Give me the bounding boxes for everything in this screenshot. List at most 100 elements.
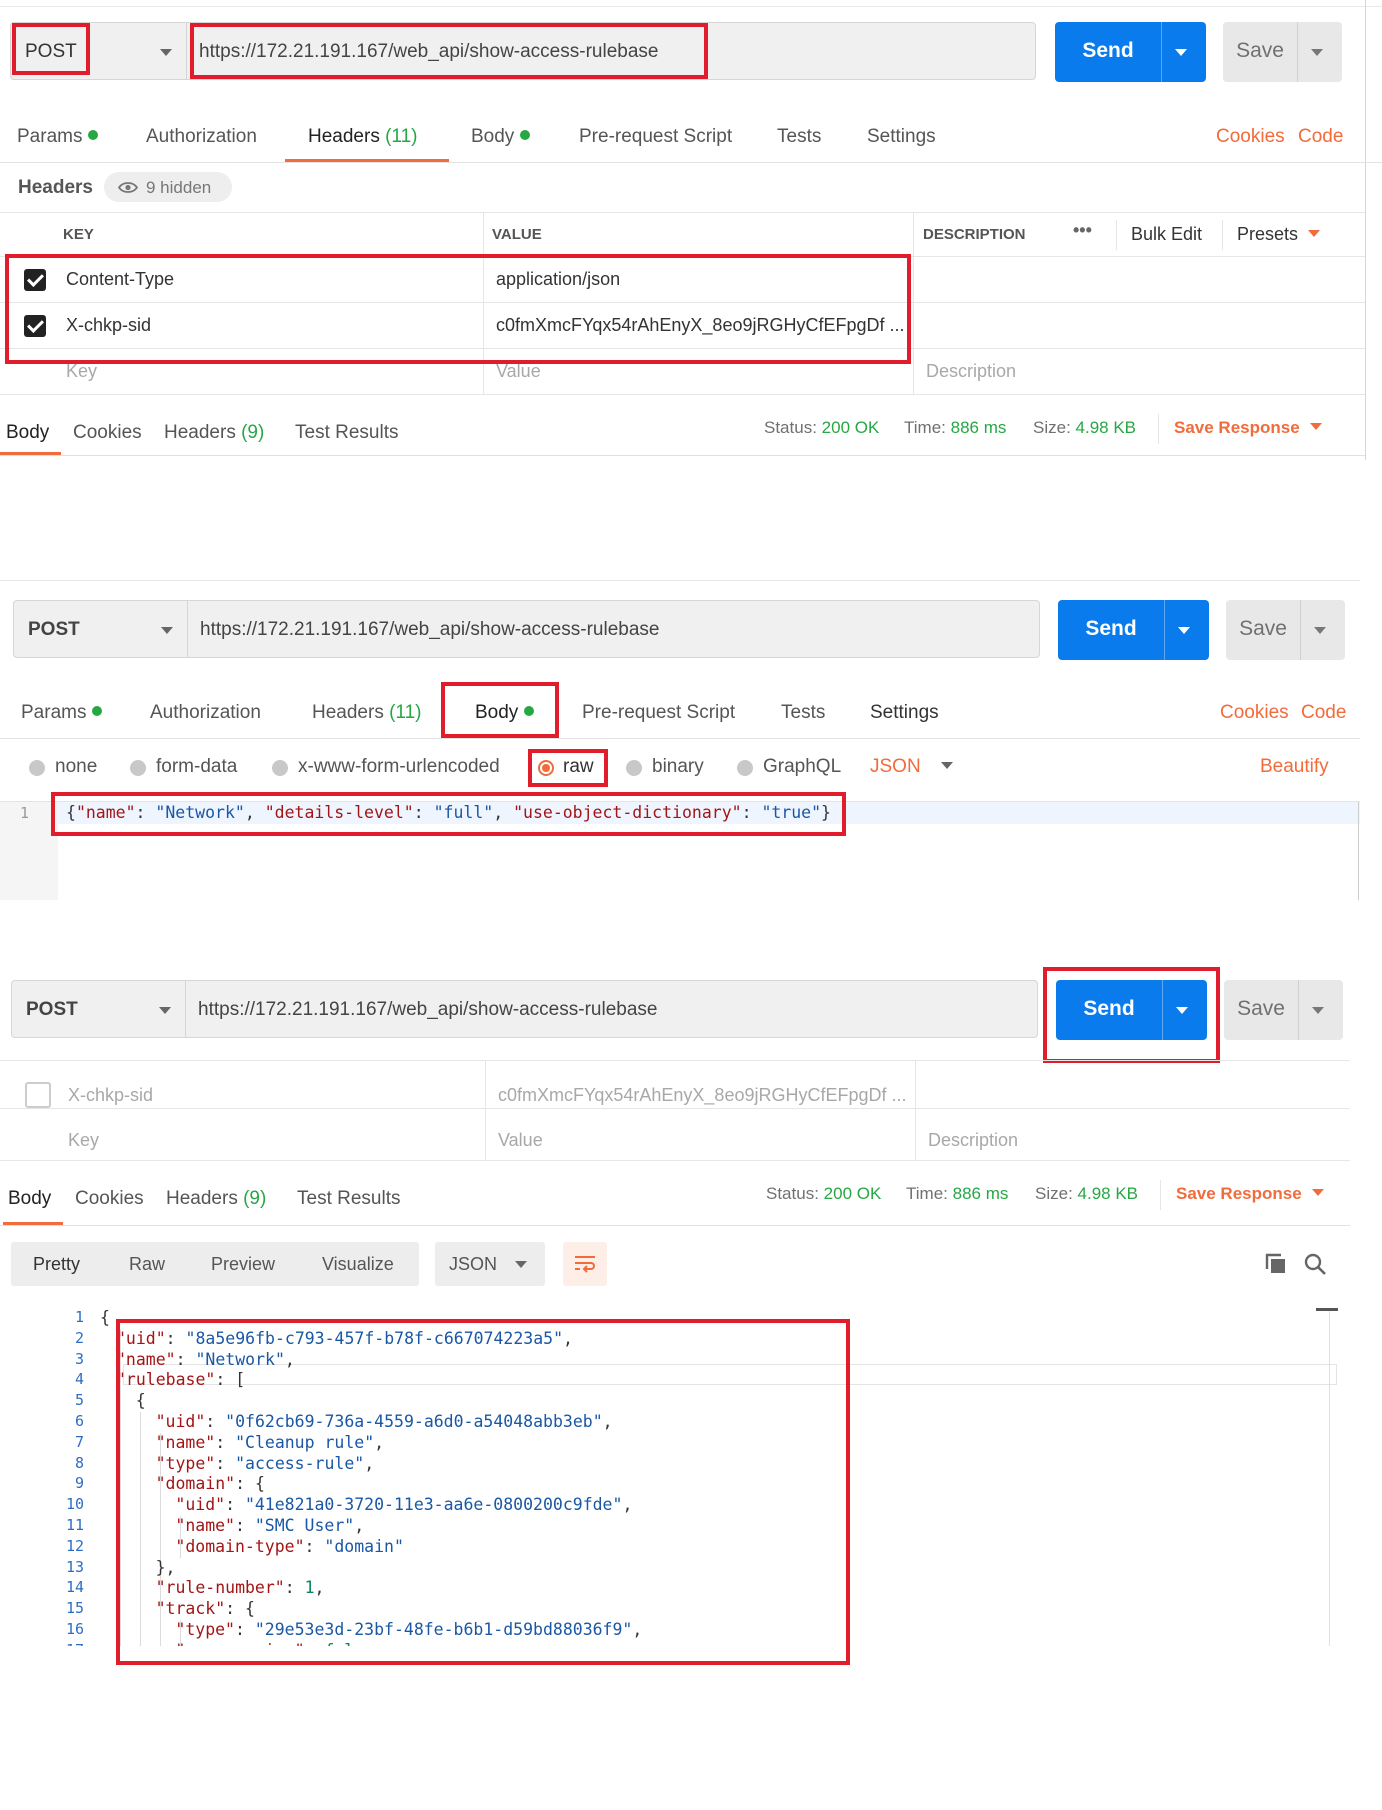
headers-title: Headers [18,177,93,198]
response-tab-body[interactable]: Body [6,422,49,444]
url-input[interactable]: https://172.21.191.167/web_api/show-acce… [187,22,1036,80]
response-tab-test-results[interactable]: Test Results [295,422,398,444]
checkbox-icon[interactable] [25,1082,51,1108]
tab-body[interactable]: Body [475,702,535,724]
save-button[interactable]: Save [1224,980,1343,1040]
method-select[interactable]: POST [13,600,188,658]
save-button[interactable]: Save [1226,600,1345,660]
wrap-lines-button[interactable] [563,1242,607,1286]
row-rule [0,1160,1350,1161]
header-key[interactable]: X-chkp-sid [68,1085,153,1106]
radio-urlencoded[interactable] [272,760,288,776]
hidden-headers-toggle[interactable]: 9 hidden [104,172,232,202]
presets-dropdown[interactable]: Presets [1237,224,1321,245]
checkbox-icon[interactable] [24,315,46,337]
url-input[interactable]: https://172.21.191.167/web_api/show-acce… [188,600,1040,658]
tab-tests[interactable]: Tests [781,702,825,724]
view-preview[interactable]: Preview [211,1254,275,1275]
header-value[interactable]: c0fmXmcFYqx54rAhEnyX_8eo9jRGHyCfEFpgDf .… [498,1085,907,1106]
code-link[interactable]: Code [1298,126,1343,148]
line-number: 8 [74,1453,84,1472]
code-link[interactable]: Code [1301,702,1346,724]
new-value-input[interactable]: Value [498,1130,543,1151]
chevron-down-icon[interactable] [1176,1007,1188,1014]
method-select[interactable]: POST [10,22,187,80]
save-button[interactable]: Save [1223,22,1342,82]
tab-pre-request-script[interactable]: Pre-request Script [579,126,732,148]
chevron-down-icon[interactable] [1178,627,1190,634]
header-key[interactable]: Content-Type [66,269,174,290]
url-text: https://172.21.191.167/web_api/show-acce… [198,999,658,1020]
tab-headers[interactable]: Headers (11) [308,126,418,148]
tab-pre-request-script[interactable]: Pre-request Script [582,702,735,724]
format-dropdown[interactable]: JSON [870,756,953,778]
view-pretty[interactable]: Pretty [33,1254,80,1275]
scrollbar-thumb[interactable] [1316,1308,1338,1311]
chevron-down-icon[interactable] [1312,1007,1324,1014]
radio-form-data[interactable] [130,760,146,776]
header-value[interactable]: c0fmXmcFYqx54rAhEnyX_8eo9jRGHyCfEFpgDf .… [496,315,905,336]
time-readout: Time: 886 ms [904,418,1007,437]
header-value[interactable]: application/json [496,269,620,290]
tab-body[interactable]: Body [471,126,531,148]
line-number: 6 [74,1412,84,1430]
tab-tests[interactable]: Tests [777,126,821,148]
radio-graphql[interactable] [737,760,753,776]
new-value-input[interactable]: Value [496,361,541,382]
response-tab-cookies[interactable]: Cookies [75,1188,144,1210]
response-tab-headers[interactable]: Headers (9) [164,422,264,444]
new-description-input[interactable]: Description [926,361,1016,382]
new-key-input[interactable]: Key [68,1130,99,1151]
checkbox-icon[interactable] [24,269,46,291]
json-line: 14 "rule-number": 1, [0,1578,1300,1599]
tab-authorization[interactable]: Authorization [146,126,257,148]
active-tab-indicator [0,452,61,455]
save-divider [1300,600,1301,660]
radio-none[interactable] [29,760,45,776]
json-line-text: { [100,1308,110,1327]
body-editor[interactable]: 1 {"name": "Network", "details-level": "… [0,801,1360,900]
tab-headers[interactable]: Headers (11) [312,702,422,724]
tab-settings[interactable]: Settings [867,126,936,148]
tab-settings[interactable]: Settings [870,702,939,724]
line-number: 11 [65,1516,84,1534]
view-raw[interactable]: Raw [129,1254,165,1275]
copy-icon[interactable] [1264,1252,1288,1276]
new-key-input[interactable]: Key [66,361,97,382]
send-button[interactable]: Send [1056,980,1207,1040]
body-indicator-dot [520,130,531,140]
line-number: 5 [74,1391,84,1410]
chevron-down-icon[interactable] [1311,49,1323,56]
radio-raw[interactable] [538,760,554,776]
view-visualize[interactable]: Visualize [322,1254,394,1275]
response-tab-test-results[interactable]: Test Results [297,1188,400,1210]
chevron-down-icon[interactable] [1175,49,1187,56]
send-button[interactable]: Send [1058,600,1209,660]
response-tab-cookies[interactable]: Cookies [73,422,142,444]
send-button[interactable]: Send [1055,22,1206,82]
header-key[interactable]: X-chkp-sid [66,315,151,336]
response-tab-headers[interactable]: Headers (9) [166,1188,266,1210]
response-format-dropdown[interactable]: JSON [435,1242,545,1286]
bulk-edit-link[interactable]: Bulk Edit [1131,224,1202,245]
response-tab-body[interactable]: Body [8,1188,51,1210]
save-response-dropdown[interactable]: Save Response [1176,1184,1324,1204]
new-description-input[interactable]: Description [928,1130,1018,1151]
method-select[interactable]: POST [11,980,186,1038]
send-label: Send [1082,39,1134,62]
raw-body-text[interactable]: {"name": "Network", "details-level": "fu… [66,803,831,822]
save-response-dropdown[interactable]: Save Response [1174,418,1322,438]
chevron-down-icon[interactable] [1314,627,1326,634]
url-input[interactable]: https://172.21.191.167/web_api/show-acce… [186,980,1038,1038]
tab-authorization[interactable]: Authorization [150,702,261,724]
search-icon[interactable] [1303,1252,1327,1276]
beautify-link[interactable]: Beautify [1260,756,1329,778]
cookies-link[interactable]: Cookies [1216,126,1285,148]
tab-params[interactable]: Params [17,126,99,148]
tab-params[interactable]: Params [21,702,103,724]
radio-binary[interactable] [626,760,642,776]
divider [1160,1180,1161,1210]
more-options-button[interactable]: ••• [1073,220,1092,241]
response-viewer[interactable]: 1{2 "uid": "8a5e96fb-c793-457f-b78f-c6670… [0,1308,1350,1646]
cookies-link[interactable]: Cookies [1220,702,1289,724]
